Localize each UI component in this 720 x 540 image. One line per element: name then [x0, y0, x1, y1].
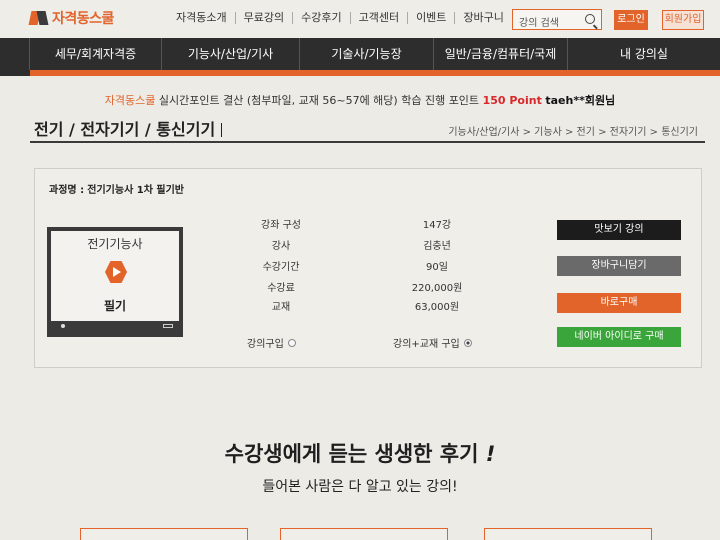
reviews-subtitle: 들어본 사람은 다 알고 있는 강의!: [0, 476, 720, 496]
option-lecture-radio[interactable]: [287, 338, 296, 347]
title-divider: [30, 141, 705, 143]
main-nav: 세무/회계자격증 기능사/산업/기사 기술사/기능장 일반/금융/컴퓨터/국제 …: [0, 38, 720, 70]
main-nav-general[interactable]: 일반/금융/컴퓨터/국제: [434, 38, 568, 70]
info-value-lessons: 147강: [422, 220, 452, 231]
thumbnail-subtitle: 필기: [103, 299, 127, 313]
main-nav-tax-accounting[interactable]: 세무/회계자격증: [30, 38, 162, 70]
topnav-about[interactable]: 자격동소개: [168, 12, 236, 24]
reviews-title-mark: !: [485, 442, 496, 466]
info-value-book: 63,000원: [414, 302, 460, 313]
reviews-title-text: 수강생에게 듣는 생생한 후기: [224, 442, 479, 466]
search-input[interactable]: 강의 검색: [512, 9, 602, 30]
main-nav-engineer[interactable]: 기술사/기능장: [300, 38, 434, 70]
thumbnail-title: 전기기능사: [87, 237, 143, 251]
power-dot-icon: [61, 324, 65, 328]
page-title: 전기 / 전자기기 / 통신기기: [34, 116, 223, 140]
info-value-period: 90일: [426, 262, 448, 273]
text-cursor: [221, 123, 223, 137]
top-header: 자격동스쿨 자격동소개 무료강의 수강후기 고객센터 이벤트 장바구니 강의 검…: [0, 0, 720, 38]
option-lecture-book-label: 강의+교재 구입: [393, 339, 460, 350]
info-value-fee: 220,000원: [411, 283, 463, 294]
option-lecture[interactable]: 강의구입: [247, 335, 296, 350]
main-nav-spacer: [0, 38, 30, 70]
login-button[interactable]: 로그인: [614, 10, 648, 30]
search-icon[interactable]: [585, 14, 595, 24]
search-placeholder: 강의 검색: [519, 18, 559, 29]
notice-text: 실시간포인트 결산 (첨부파일, 교재 56~57에 해당) 학습 진행 포인트: [158, 94, 480, 107]
topnav-cart[interactable]: 장바구니: [455, 12, 511, 24]
info-label-book: 교재: [271, 302, 291, 313]
play-icon[interactable]: [105, 261, 127, 283]
main-nav-craftsman[interactable]: 기능사/산업/기사: [162, 38, 300, 70]
page-title-text: 전기 / 전자기기 / 통신기기: [34, 120, 216, 139]
preview-lecture-button[interactable]: 맛보기 강의: [557, 220, 681, 240]
info-value-instructor: 김충년: [423, 241, 451, 252]
course-name: 과정명 : 전기기능사 1차 필기반: [49, 181, 184, 196]
review-card[interactable]: [484, 528, 652, 540]
notice-points: 150 Point: [482, 94, 542, 107]
course-name-label: 과정명 :: [49, 185, 85, 196]
buy-now-button[interactable]: 바로구매: [557, 293, 681, 313]
logo-mark-icon: [28, 9, 49, 27]
add-to-cart-button[interactable]: 장바구니담기: [557, 256, 681, 276]
topnav-reviews[interactable]: 수강후기: [293, 12, 351, 24]
join-button[interactable]: 회원가입: [662, 10, 704, 30]
course-thumbnail[interactable]: 전기기능사 필기: [47, 227, 183, 337]
notice-user: taeh**회원님: [545, 94, 616, 107]
course-name-value: 전기기능사 1차 필기반: [87, 185, 185, 196]
logo[interactable]: 자격동스쿨: [28, 8, 114, 28]
option-lecture-book[interactable]: 강의+교재 구입: [393, 335, 472, 350]
info-label-lessons: 강좌 구성: [261, 220, 301, 231]
info-label-fee: 수강료: [267, 283, 295, 294]
info-label-instructor: 강사: [271, 241, 291, 252]
topnav-free-lectures[interactable]: 무료강의: [236, 12, 294, 24]
reviews-subtitle-text: 들어본 사람은 다 알고 있는 강의: [262, 479, 453, 495]
option-lecture-label: 강의구입: [247, 339, 284, 350]
nav-accent-line: [30, 70, 720, 76]
topnav-events[interactable]: 이벤트: [408, 12, 456, 24]
review-card[interactable]: [80, 528, 248, 540]
points-notice: 자격동스쿨 실시간포인트 결산 (첨부파일, 교재 56~57에 해당) 학습 …: [0, 92, 720, 108]
logo-text: 자격동스쿨: [52, 11, 114, 27]
option-lecture-book-radio[interactable]: [463, 338, 472, 347]
reviews-title: 수강생에게 듣는 생생한 후기 !: [0, 438, 720, 468]
reviews-subtitle-mark: !: [452, 479, 458, 495]
course-panel: 과정명 : 전기기능사 1차 필기반 전기기능사 필기 강좌 구성 147강 강…: [34, 168, 702, 368]
control-icon: [163, 324, 173, 328]
review-card[interactable]: [280, 528, 448, 540]
naver-pay-button[interactable]: 네이버 아이디로 구매: [557, 327, 681, 347]
main-nav-my-classroom[interactable]: 내 강의실: [568, 38, 720, 70]
notice-brand: 자격동스쿨: [104, 94, 156, 107]
monitor-bar: [51, 321, 179, 333]
breadcrumb[interactable]: 기능사/산업/기사 > 기능사 > 전기 > 전자기기 > 통신기기: [448, 123, 698, 138]
nav-gap: [0, 70, 30, 76]
topnav-customer-center[interactable]: 고객센터: [351, 12, 409, 24]
info-label-period: 수강기간: [262, 262, 300, 273]
top-nav: 자격동소개 무료강의 수강후기 고객센터 이벤트 장바구니: [168, 12, 512, 24]
